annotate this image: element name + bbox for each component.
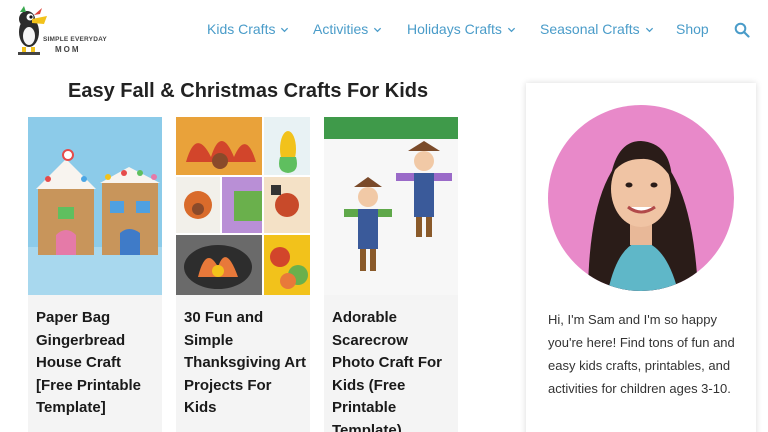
nav-item-holidays-crafts[interactable]: Holidays Crafts: [407, 21, 516, 37]
gingerbread-house-image: [28, 117, 162, 295]
nav-item-activities[interactable]: Activities: [313, 21, 382, 37]
post-card[interactable]: 30 Fun and Simple Thanksgiving Art Proje…: [176, 117, 310, 432]
chevron-down-icon: [645, 27, 653, 32]
nav-item-label: Activities: [313, 21, 369, 37]
post-card-title[interactable]: Paper Bag Gingerbread House Craft [Free …: [36, 307, 158, 420]
scarecrow-craft-image: [324, 117, 458, 295]
post-card-image[interactable]: [28, 117, 162, 295]
nav-item-label: Kids Crafts: [207, 21, 276, 37]
author-bio: Hi, I'm Sam and I'm so happy you're here…: [548, 312, 735, 396]
post-card-title[interactable]: 30 Fun and Simple Thanksgiving Art Proje…: [184, 307, 306, 420]
main-nav: Kids Crafts Activities Holidays Crafts S…: [0, 0, 768, 64]
nav-item-label: Shop: [676, 21, 709, 37]
about-sidebar: Hi, I'm Sam and I'm so happy you're here…: [526, 83, 756, 432]
post-card[interactable]: Paper Bag Gingerbread House Craft [Free …: [28, 117, 162, 432]
thanksgiving-art-collage-image: [176, 117, 310, 295]
nav-item-label: Seasonal Crafts: [540, 21, 640, 37]
chevron-down-icon: [507, 27, 516, 32]
nav-item-shop[interactable]: Shop: [676, 21, 709, 37]
nav-item-seasonal-crafts[interactable]: Seasonal Crafts: [540, 21, 654, 37]
post-card-image[interactable]: [176, 117, 310, 295]
site-header: SIMPLE EVERYDAY MOM Kids Crafts Activiti…: [0, 0, 768, 64]
author-avatar: [548, 105, 734, 291]
post-card[interactable]: Adorable Scarecrow Photo Craft For Kids …: [324, 117, 458, 432]
post-card-image[interactable]: [324, 117, 458, 295]
chevron-down-icon: [374, 27, 382, 32]
author-portrait-image: [548, 105, 734, 291]
nav-item-label: Holidays Crafts: [407, 21, 502, 37]
search-icon[interactable]: [734, 22, 750, 38]
nav-item-kids-crafts[interactable]: Kids Crafts: [207, 21, 289, 37]
post-card-title[interactable]: Adorable Scarecrow Photo Craft For Kids …: [332, 307, 454, 432]
section-title: Easy Fall & Christmas Crafts For Kids: [68, 80, 429, 102]
chevron-down-icon: [281, 27, 289, 32]
